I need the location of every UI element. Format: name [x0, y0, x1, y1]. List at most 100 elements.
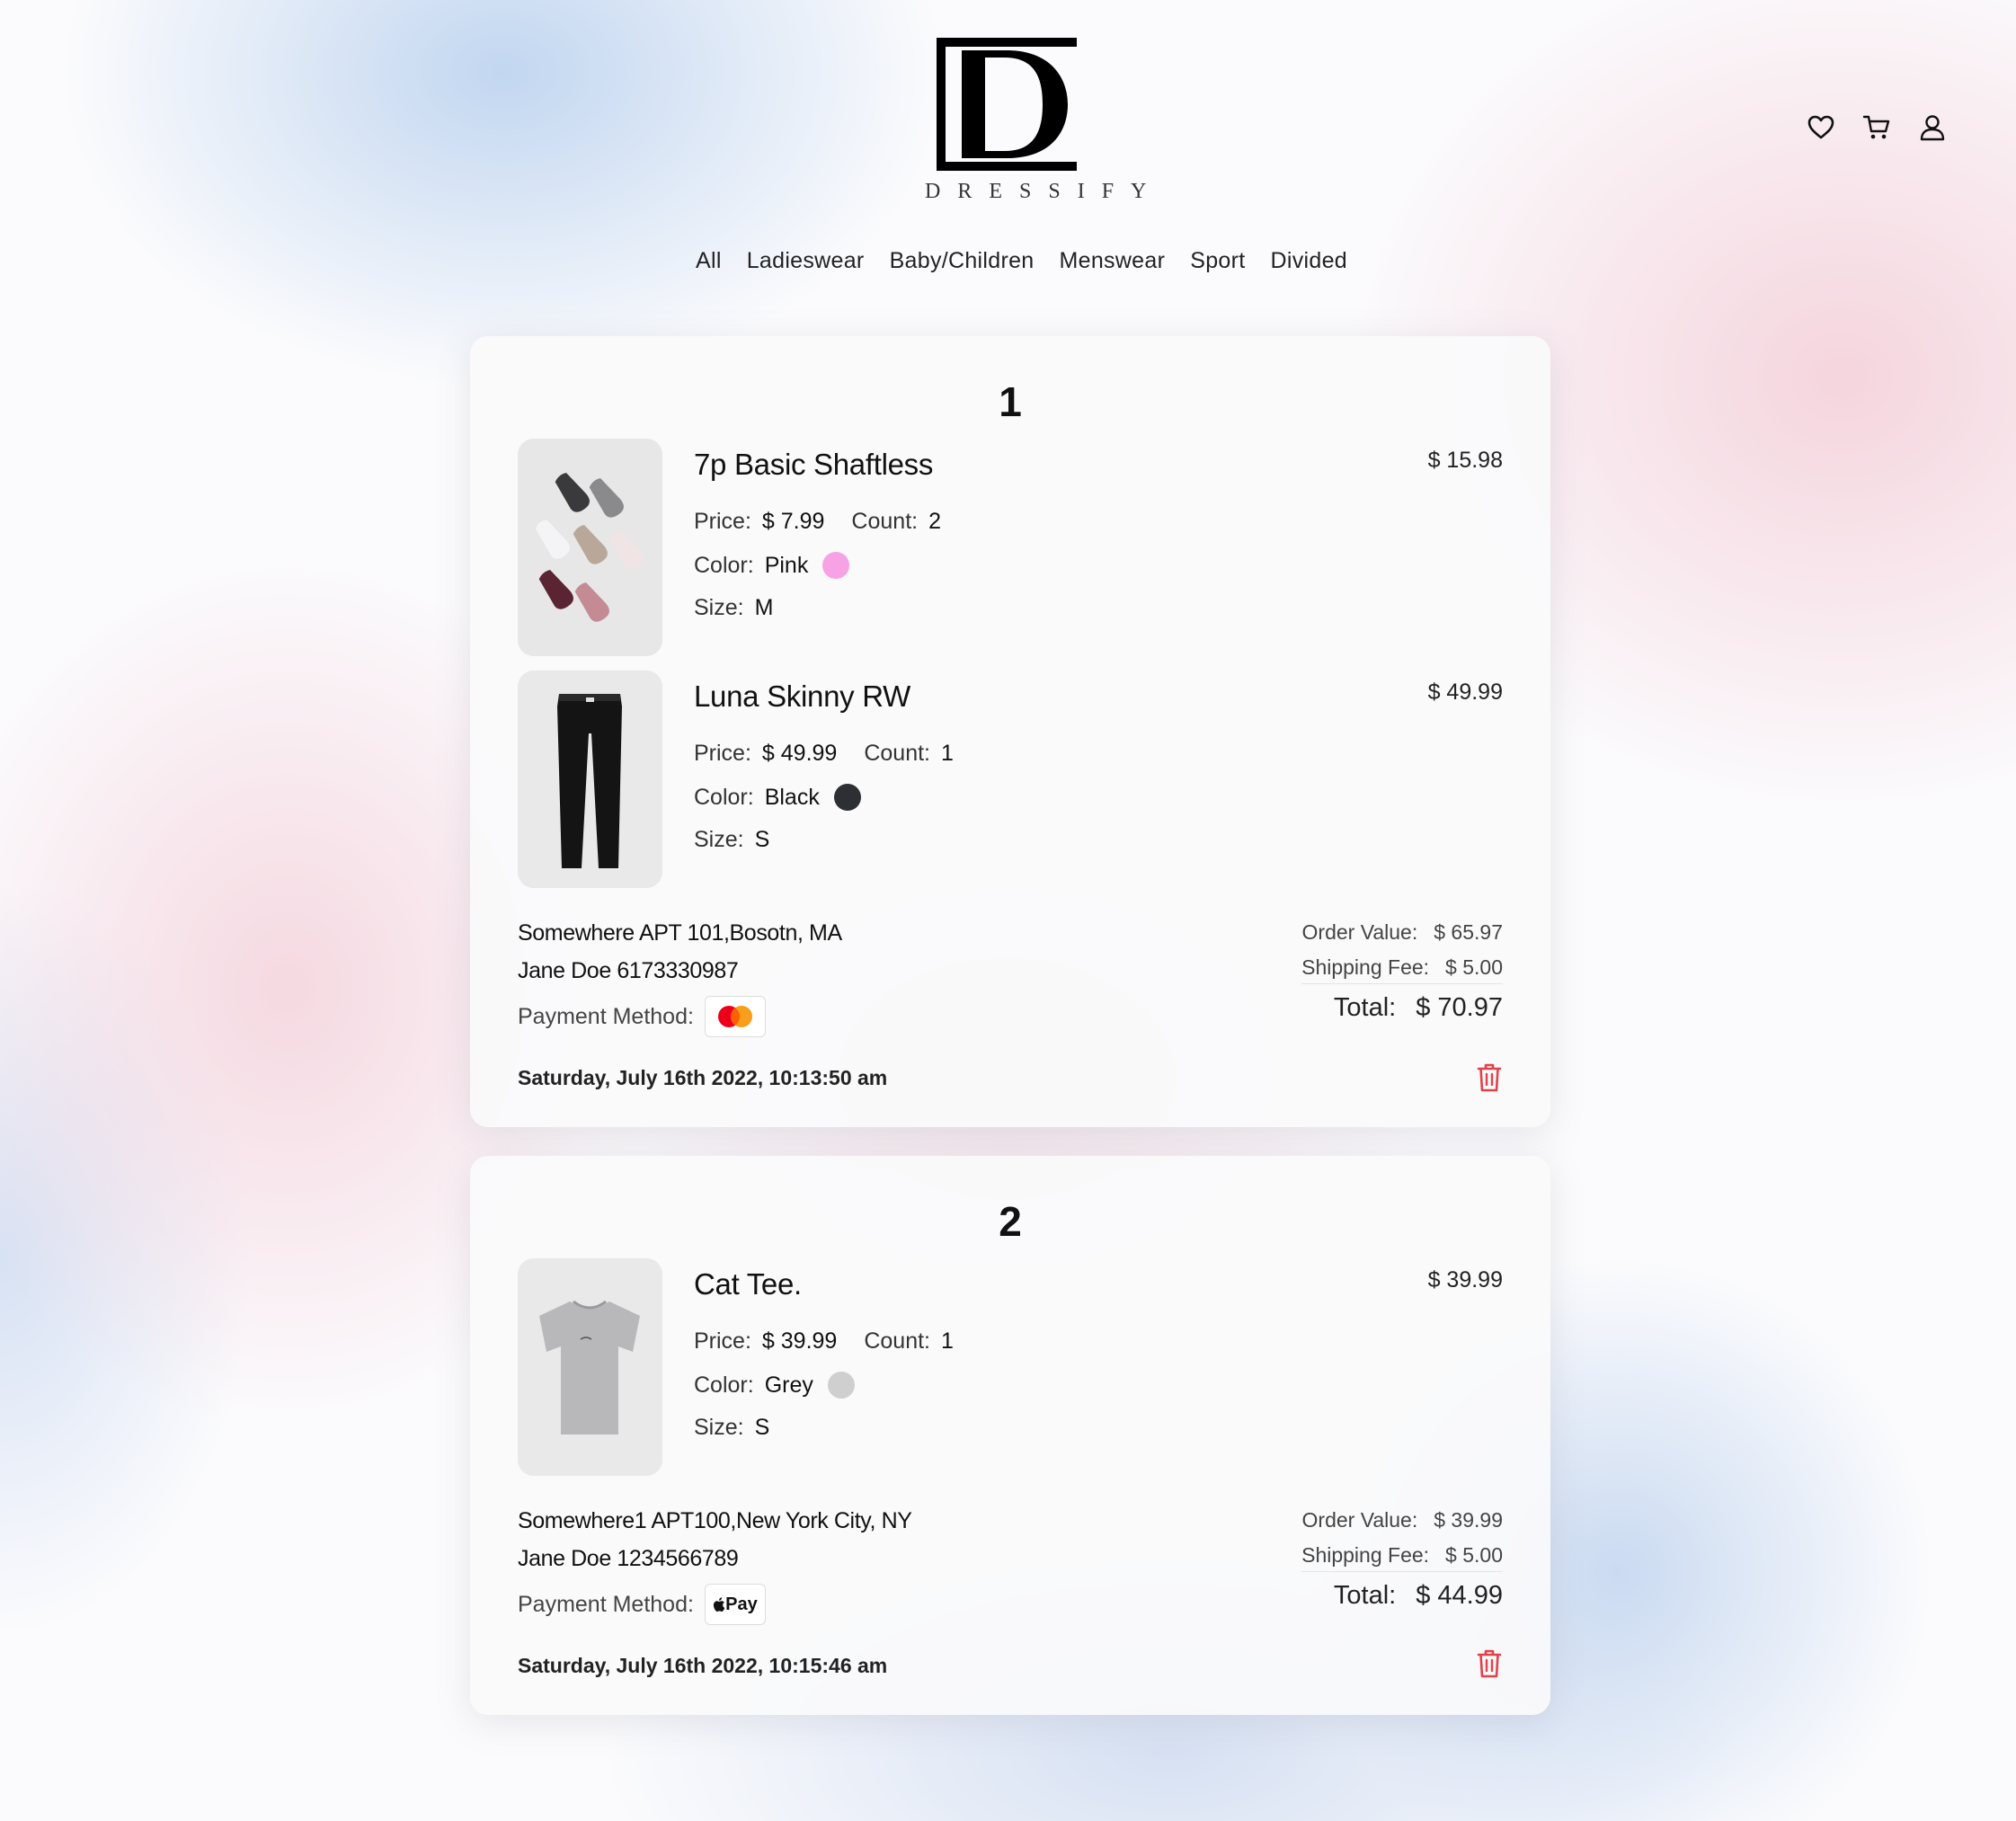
contact-info: Jane Doe 1234566789	[518, 1546, 739, 1571]
size-value: S	[754, 827, 770, 852]
color-swatch	[833, 784, 861, 811]
category-divided[interactable]: Divided	[1271, 248, 1347, 274]
cart-icon[interactable]	[1862, 113, 1891, 142]
product-image[interactable]	[518, 671, 662, 888]
payment-label: Payment Method:	[518, 1003, 694, 1029]
order-item: Cat Tee. $ 39.99 Price: $ 39.99 Count: 1…	[518, 1258, 1503, 1476]
order-timestamp: Saturday, July 16th 2022, 10:15:46 am	[518, 1654, 888, 1677]
payment-method: Payment Method: Pay	[518, 1584, 766, 1625]
user-icon[interactable]	[1918, 113, 1947, 142]
jeans-image	[518, 671, 662, 888]
brand-mark-icon	[937, 38, 1077, 171]
order-summary: Order Value: $ 65.97 Shipping Fee: $ 5.0…	[1301, 920, 1503, 1023]
order-value: $ 65.97	[1434, 920, 1503, 944]
shipping-fee: $ 5.00	[1445, 955, 1503, 979]
color-row: Color: Black	[694, 784, 861, 811]
order-timestamp: Saturday, July 16th 2022, 10:13:50 am	[518, 1066, 888, 1089]
color-label: Color:	[694, 1372, 754, 1398]
payment-method: Payment Method:	[518, 996, 766, 1037]
count-value: 2	[928, 509, 941, 534]
line-total: $ 15.98	[1427, 448, 1503, 473]
color-value: Pink	[764, 552, 809, 578]
line-total: $ 39.99	[1427, 1267, 1503, 1292]
size-label: Size:	[694, 1415, 744, 1440]
order-total: $ 44.99	[1416, 1581, 1503, 1610]
order-value: $ 39.99	[1434, 1508, 1503, 1532]
order-item: Luna Skinny RW $ 49.99 Price: $ 49.99 Co…	[518, 671, 1503, 888]
total-label: Total:	[1333, 993, 1397, 1022]
category-ladieswear[interactable]: Ladieswear	[747, 248, 865, 274]
payment-badge: Pay	[704, 1584, 766, 1625]
price-value: $ 49.99	[761, 741, 838, 766]
product-name[interactable]: Cat Tee.	[694, 1267, 802, 1301]
category-sport[interactable]: Sport	[1190, 248, 1245, 274]
price-count-row: Price: $ 39.99 Count: 1	[694, 1328, 954, 1355]
price-count-row: Price: $ 7.99 Count: 2	[694, 509, 941, 535]
category-all[interactable]: All	[696, 248, 722, 274]
price-value: $ 7.99	[761, 509, 825, 534]
color-swatch	[822, 552, 850, 579]
size-row: Size: S	[694, 1415, 769, 1441]
header-actions	[1807, 113, 1947, 142]
size-label: Size:	[694, 827, 744, 852]
count-value: 1	[941, 1328, 954, 1354]
price-label: Price:	[694, 741, 751, 766]
count-value: 1	[941, 741, 954, 766]
order-value-label: Order Value:	[1301, 920, 1418, 944]
apple-pay-label: Pay	[725, 1594, 758, 1614]
shipping-fee: $ 5.00	[1445, 1543, 1503, 1567]
price-label: Price:	[694, 1328, 751, 1354]
socks-image	[518, 439, 662, 656]
color-label: Color:	[694, 784, 754, 810]
trash-icon[interactable]	[1476, 1648, 1503, 1679]
tshirt-image	[518, 1258, 662, 1476]
size-value: S	[754, 1415, 770, 1440]
contact-info: Jane Doe 6173330987	[518, 958, 739, 983]
order-number: 2	[999, 1198, 1022, 1245]
payment-label: Payment Method:	[518, 1591, 694, 1617]
heart-icon[interactable]	[1807, 113, 1835, 142]
shipping-address: Somewhere1 APT100,New York City, NY	[518, 1508, 912, 1533]
price-count-row: Price: $ 49.99 Count: 1	[694, 741, 954, 767]
count-label: Count:	[864, 1328, 930, 1354]
brand-logo[interactable]: DRESSIFY	[908, 36, 1164, 204]
product-image[interactable]	[518, 439, 662, 656]
price-value: $ 39.99	[761, 1328, 838, 1354]
order-card: 2 Cat Tee. $ 39.99 Price: $ 39.99 Count:…	[470, 1156, 1550, 1715]
product-name[interactable]: Luna Skinny RW	[694, 680, 910, 714]
shipping-address: Somewhere APT 101,Bosotn, MA	[518, 920, 842, 946]
size-row: Size: S	[694, 827, 769, 853]
color-swatch	[827, 1372, 855, 1399]
trash-icon[interactable]	[1476, 1062, 1503, 1093]
shipping-fee-label: Shipping Fee:	[1301, 955, 1430, 979]
color-row: Color: Pink	[694, 552, 850, 579]
category-baby-children[interactable]: Baby/Children	[890, 248, 1035, 274]
size-value: M	[754, 595, 774, 620]
count-label: Count:	[864, 741, 930, 766]
size-row: Size: M	[694, 595, 773, 621]
price-label: Price:	[694, 509, 751, 534]
apple-pay-icon	[714, 1597, 725, 1612]
line-total: $ 49.99	[1427, 680, 1503, 705]
shipping-fee-label: Shipping Fee:	[1301, 1543, 1430, 1567]
order-total: $ 70.97	[1416, 993, 1503, 1022]
payment-badge	[704, 996, 766, 1037]
category-nav: All Ladieswear Baby/Children Menswear Sp…	[0, 248, 2016, 274]
mastercard-icon	[717, 1006, 752, 1027]
order-number: 1	[999, 378, 1022, 425]
color-value: Black	[764, 784, 820, 810]
color-row: Color: Grey	[694, 1372, 855, 1399]
size-label: Size:	[694, 595, 744, 620]
total-label: Total:	[1333, 1581, 1397, 1610]
order-card: 1 7p Basic Shaftless $ 15.98 Price: $ 7.	[470, 336, 1550, 1127]
color-value: Grey	[764, 1372, 813, 1398]
color-label: Color:	[694, 552, 754, 578]
product-name[interactable]: 7p Basic Shaftless	[694, 448, 933, 482]
order-value-label: Order Value:	[1301, 1508, 1418, 1532]
order-summary: Order Value: $ 39.99 Shipping Fee: $ 5.0…	[1301, 1508, 1503, 1611]
count-label: Count:	[851, 509, 919, 534]
order-item: 7p Basic Shaftless $ 15.98 Price: $ 7.99…	[518, 439, 1503, 656]
product-image[interactable]	[518, 1258, 662, 1476]
category-menswear[interactable]: Menswear	[1060, 248, 1166, 274]
brand-name: DRESSIFY	[925, 180, 1164, 203]
